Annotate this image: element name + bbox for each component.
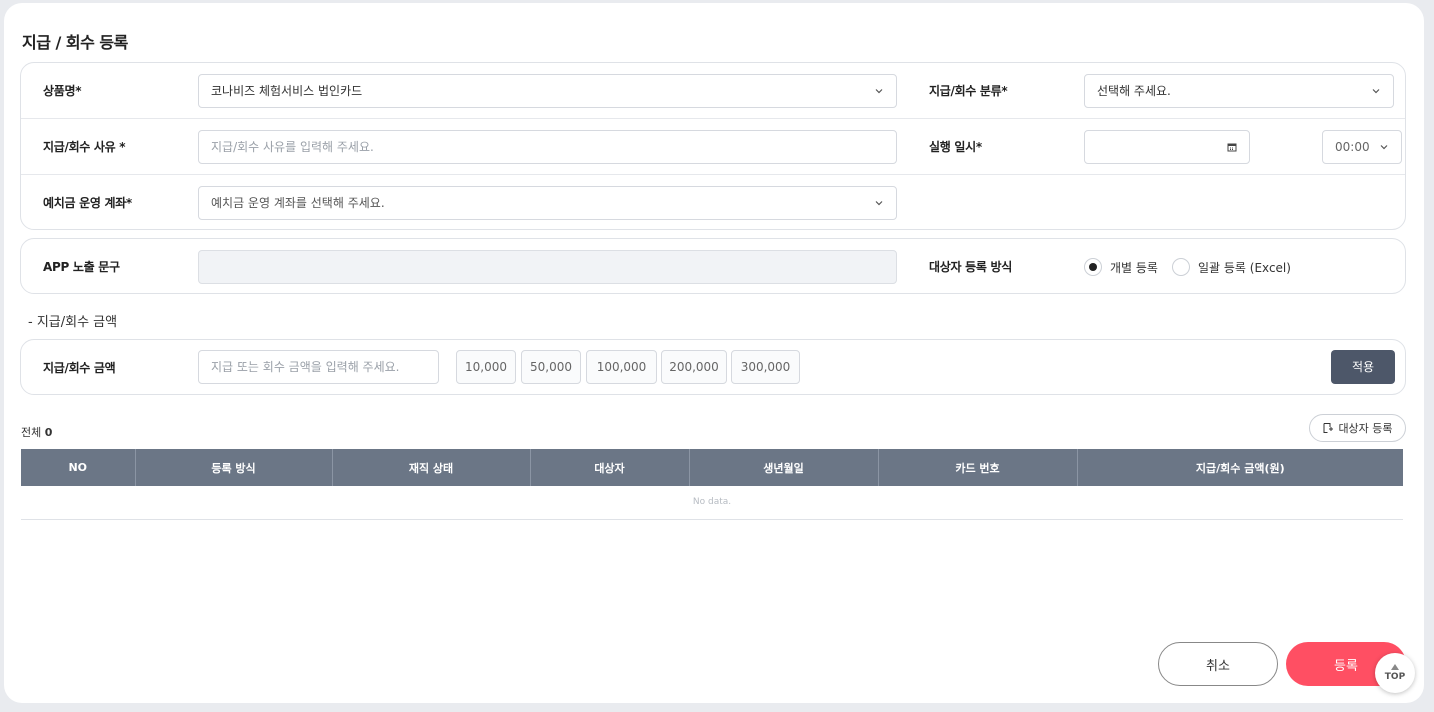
product-label: 상품명*: [43, 84, 82, 98]
col-no: NO: [21, 449, 136, 486]
total-count: 전체 0: [21, 424, 52, 440]
table-empty-row: No data.: [21, 486, 1403, 520]
account-label: 예치금 운영 계좌*: [43, 196, 132, 210]
total-count-value: 0: [44, 426, 53, 439]
page-container: 지급 / 회수 등록 상품명* 코나비즈 체험서비스 법인카드 지급/회수 분류…: [4, 3, 1424, 703]
target-table: NO 등록 방식 재직 상태 대상자 생년월일 카드 번호 지급/회수 금액(원…: [21, 449, 1403, 520]
cancel-button[interactable]: 취소: [1158, 642, 1278, 686]
preset-50000-button[interactable]: 50,000: [521, 350, 581, 384]
chevron-down-icon: [874, 187, 884, 219]
col-card-number: 카드 번호: [878, 449, 1078, 486]
amount-card: 지급/회수 금액 지급 또는 회수 금액을 입력해 주세요. 10,000 50…: [20, 339, 1406, 395]
app-text-input[interactable]: [198, 250, 897, 284]
preset-100000-button[interactable]: 100,000: [586, 350, 657, 384]
scroll-top-button[interactable]: TOP: [1375, 653, 1415, 693]
product-select[interactable]: 코나비즈 체험서비스 법인카드: [198, 74, 897, 108]
radio-individual-label: 개별 등록: [1110, 260, 1158, 275]
preset-300000-button[interactable]: 300,000: [731, 350, 800, 384]
amount-section-subtitle: - 지급/회수 금액: [28, 315, 118, 330]
exec-date-label: 실행 일시*: [929, 140, 982, 154]
col-register-method: 등록 방식: [135, 449, 333, 486]
amount-placeholder: 지급 또는 회수 금액을 입력해 주세요.: [211, 360, 400, 374]
apply-button[interactable]: 적용: [1331, 350, 1395, 384]
category-label: 지급/회수 분류*: [929, 84, 1008, 98]
radio-individual[interactable]: 개별 등록: [1084, 239, 1158, 295]
reason-placeholder: 지급/회수 사유를 입력해 주세요.: [211, 140, 374, 154]
exec-time-value: 00:00: [1335, 140, 1370, 154]
amount-label: 지급/회수 금액: [43, 361, 116, 375]
account-placeholder: 예치금 운영 계좌를 선택해 주세요.: [211, 196, 385, 210]
amount-input[interactable]: 지급 또는 회수 금액을 입력해 주세요.: [198, 350, 439, 384]
calendar-icon[interactable]: [1227, 131, 1237, 163]
form-row-app-text: APP 노출 문구 대상자 등록 방식 개별 등록 일괄 등록 (Excel): [21, 239, 1405, 295]
chevron-down-icon: [1371, 75, 1381, 107]
reason-input[interactable]: 지급/회수 사유를 입력해 주세요.: [198, 130, 897, 164]
arrow-up-icon: [1391, 664, 1399, 670]
chevron-down-icon: [874, 75, 884, 107]
category-select[interactable]: 선택해 주세요.: [1084, 74, 1394, 108]
account-select[interactable]: 예치금 운영 계좌를 선택해 주세요.: [198, 186, 897, 220]
radio-unselected-icon: [1172, 258, 1190, 276]
chevron-down-icon: [1379, 131, 1389, 163]
radio-selected-icon: [1084, 258, 1102, 276]
preset-10000-button[interactable]: 10,000: [456, 350, 516, 384]
register-file-icon: [1323, 423, 1334, 433]
radio-bulk-label: 일괄 등록 (Excel): [1198, 260, 1291, 275]
app-text-label: APP 노출 문구: [43, 260, 120, 274]
add-target-label: 대상자 등록: [1338, 422, 1393, 435]
exec-time-select[interactable]: 00:00: [1322, 130, 1402, 164]
col-birthdate: 생년월일: [689, 449, 879, 486]
radio-bulk-excel[interactable]: 일괄 등록 (Excel): [1172, 239, 1291, 295]
form-row-reason: 지급/회수 사유 * 지급/회수 사유를 입력해 주세요. 실행 일시* 00:…: [21, 119, 1405, 175]
preset-200000-button[interactable]: 200,000: [661, 350, 727, 384]
app-text-card: APP 노출 문구 대상자 등록 방식 개별 등록 일괄 등록 (Excel): [20, 238, 1406, 294]
col-target: 대상자: [530, 449, 690, 486]
col-amount: 지급/회수 금액(원): [1077, 449, 1403, 486]
reason-label: 지급/회수 사유 *: [43, 140, 126, 154]
table-header-row: NO 등록 방식 재직 상태 대상자 생년월일 카드 번호 지급/회수 금액(원…: [21, 449, 1403, 486]
product-value: 코나비즈 체험서비스 법인카드: [211, 84, 363, 98]
col-employment-status: 재직 상태: [332, 449, 531, 486]
form-row-account: 예치금 운영 계좌* 예치금 운영 계좌를 선택해 주세요.: [21, 175, 1405, 231]
form-row-product: 상품명* 코나비즈 체험서비스 법인카드 지급/회수 분류* 선택해 주세요.: [21, 63, 1405, 119]
page-title: 지급 / 회수 등록: [22, 33, 128, 52]
top-label: TOP: [1384, 672, 1406, 682]
category-placeholder: 선택해 주세요.: [1097, 84, 1171, 98]
target-method-label: 대상자 등록 방식: [929, 260, 1012, 274]
main-form-card: 상품명* 코나비즈 체험서비스 법인카드 지급/회수 분류* 선택해 주세요. …: [20, 62, 1406, 230]
empty-text: No data.: [21, 486, 1403, 520]
add-target-button[interactable]: 대상자 등록: [1309, 414, 1406, 442]
total-label: 전체: [21, 426, 42, 439]
exec-date-input[interactable]: [1084, 130, 1250, 164]
